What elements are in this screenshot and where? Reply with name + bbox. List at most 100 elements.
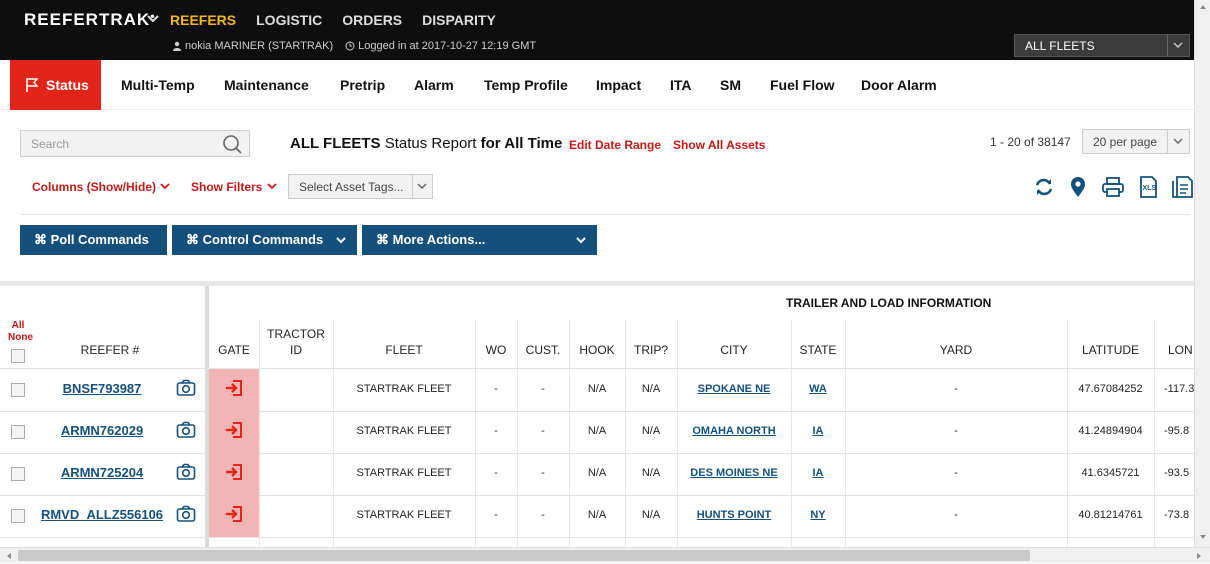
asset-tags-arrow[interactable]: [412, 175, 432, 198]
login-time: Logged in at 2017-10-27 12:19 GMT: [358, 40, 537, 52]
tab-ita[interactable]: ITA: [670, 60, 692, 110]
reefer-id-link[interactable]: BNSF793987: [30, 381, 174, 396]
nav-disparity[interactable]: DISPARITY: [422, 12, 496, 28]
nav-reefers[interactable]: REEFERS: [170, 12, 236, 28]
tab-sm[interactable]: SM: [720, 60, 741, 110]
tab-status[interactable]: Status: [10, 60, 101, 110]
fleet-select[interactable]: ALL FLEETS: [1014, 34, 1190, 57]
main-nav: REEFERS LOGISTIC ORDERS DISPARITY: [170, 12, 516, 28]
cell-yard: -: [954, 383, 958, 395]
tab-pretrip[interactable]: Pretrip: [340, 60, 385, 110]
col-gate[interactable]: GATE: [209, 343, 259, 357]
tab-alarm[interactable]: Alarm: [414, 60, 454, 110]
user-icon: [173, 41, 181, 51]
tab-multi-temp[interactable]: Multi-Temp: [121, 60, 195, 110]
col-cust[interactable]: CUST.: [517, 343, 569, 357]
col-hook[interactable]: HOOK: [569, 343, 625, 357]
fleet-select-arrow[interactable]: [1167, 35, 1189, 56]
gate-exit-icon: [226, 422, 242, 438]
row-checkbox[interactable]: [11, 467, 25, 481]
col-longitude[interactable]: LON: [1154, 343, 1194, 357]
asset-tags-select[interactable]: Select Asset Tags...: [288, 174, 433, 199]
clock-icon: [345, 41, 355, 51]
tab-door-alarm[interactable]: Door Alarm: [861, 60, 937, 110]
chevron-down-icon[interactable]: [146, 12, 160, 26]
row-checkbox[interactable]: [11, 425, 25, 439]
select-none-link[interactable]: None: [8, 332, 33, 344]
camera-icon[interactable]: [176, 379, 196, 397]
cell-state[interactable]: IA: [791, 467, 845, 479]
pagination-info: 1 - 20 of 38147: [990, 135, 1071, 149]
row-checkbox[interactable]: [11, 509, 25, 523]
control-commands-label: ⌘ Control Commands: [186, 232, 324, 247]
show-all-assets-link[interactable]: Show All Assets: [673, 138, 765, 152]
tab-fuel-flow[interactable]: Fuel Flow: [770, 60, 835, 110]
cell-cust: -: [541, 509, 545, 521]
refresh-icon[interactable]: [1033, 176, 1055, 198]
cell-city[interactable]: HUNTS POINT: [677, 509, 791, 521]
col-latitude[interactable]: LATITUDE: [1067, 343, 1154, 357]
vertical-scrollbar[interactable]: [1194, 0, 1210, 548]
scroll-down-icon[interactable]: [1195, 530, 1210, 544]
horizontal-scrollbar[interactable]: [0, 547, 1210, 563]
show-filters-label: Show Filters: [191, 180, 263, 194]
horizontal-scroll-thumb[interactable]: [18, 550, 1030, 561]
col-tractor-id[interactable]: TRACTOR ID: [259, 326, 333, 358]
col-reefer[interactable]: REEFER #: [60, 343, 160, 357]
camera-icon[interactable]: [176, 505, 196, 523]
report-name: Status Report: [384, 135, 477, 152]
tab-impact[interactable]: Impact: [596, 60, 641, 110]
col-city[interactable]: CITY: [677, 343, 791, 357]
cell-city[interactable]: OMAHA NORTH: [677, 425, 791, 437]
scroll-left-icon[interactable]: [2, 548, 16, 564]
col-separator: [259, 320, 260, 547]
pdf-export-icon[interactable]: [1171, 176, 1193, 198]
cell-state[interactable]: NY: [791, 509, 845, 521]
col-wo[interactable]: WO: [475, 343, 517, 357]
more-actions-button[interactable]: ⌘ More Actions...: [362, 225, 597, 255]
scroll-right-icon[interactable]: [1192, 548, 1206, 564]
per-page-select[interactable]: 20 per page: [1082, 129, 1190, 154]
camera-icon[interactable]: [176, 421, 196, 439]
cell-city[interactable]: SPOKANE NE: [677, 383, 791, 395]
camera-icon[interactable]: [176, 463, 196, 481]
cell-state[interactable]: IA: [791, 425, 845, 437]
cell-wo: -: [494, 509, 498, 521]
header-checkbox[interactable]: [11, 349, 25, 363]
cell-yard: -: [954, 425, 958, 437]
report-range: for All Time: [480, 135, 563, 152]
search-icon[interactable]: [221, 133, 243, 155]
show-filters-toggle[interactable]: Show Filters: [191, 180, 278, 194]
col-state[interactable]: STATE: [791, 343, 845, 357]
control-commands-button[interactable]: ⌘ Control Commands: [172, 225, 357, 255]
reefer-id-link[interactable]: ARMN762029: [30, 423, 174, 438]
xls-export-icon[interactable]: XLS: [1137, 176, 1159, 198]
app-brand[interactable]: REEFERTRAK●: [24, 10, 156, 30]
reefer-id-link[interactable]: ARMN725204: [30, 465, 174, 480]
edit-date-range-link[interactable]: Edit Date Range: [569, 138, 661, 152]
nav-orders[interactable]: ORDERS: [342, 12, 402, 28]
reefer-id-link[interactable]: RMVD_ALLZ556106: [30, 507, 174, 522]
select-all-link[interactable]: All: [8, 320, 28, 332]
col-fleet[interactable]: FLEET: [333, 343, 475, 357]
row-divider: [0, 495, 1194, 496]
scroll-up-icon[interactable]: [1195, 0, 1210, 14]
map-pin-icon[interactable]: [1067, 176, 1089, 198]
poll-commands-button[interactable]: ⌘ Poll Commands: [20, 225, 167, 255]
per-page-arrow[interactable]: [1167, 130, 1189, 153]
cell-lon: -73.8: [1164, 509, 1190, 521]
cell-city[interactable]: DES MOINES NE: [677, 467, 791, 479]
nav-logistic[interactable]: LOGISTIC: [256, 12, 322, 28]
col-yard[interactable]: YARD: [845, 343, 1067, 357]
row-divider: [0, 411, 1194, 412]
col-trip[interactable]: TRIP?: [625, 343, 677, 357]
search-input[interactable]: Search: [20, 130, 250, 157]
col-tractor-label: TRACTOR: [267, 327, 325, 341]
columns-toggle[interactable]: Columns (Show/Hide): [32, 180, 171, 194]
row-checkbox[interactable]: [11, 383, 25, 397]
select-all-none: All None: [8, 320, 33, 344]
tab-temp-profile[interactable]: Temp Profile: [484, 60, 568, 110]
tab-maintenance[interactable]: Maintenance: [224, 60, 309, 110]
cell-state[interactable]: WA: [791, 383, 845, 395]
print-icon[interactable]: [1101, 176, 1125, 198]
